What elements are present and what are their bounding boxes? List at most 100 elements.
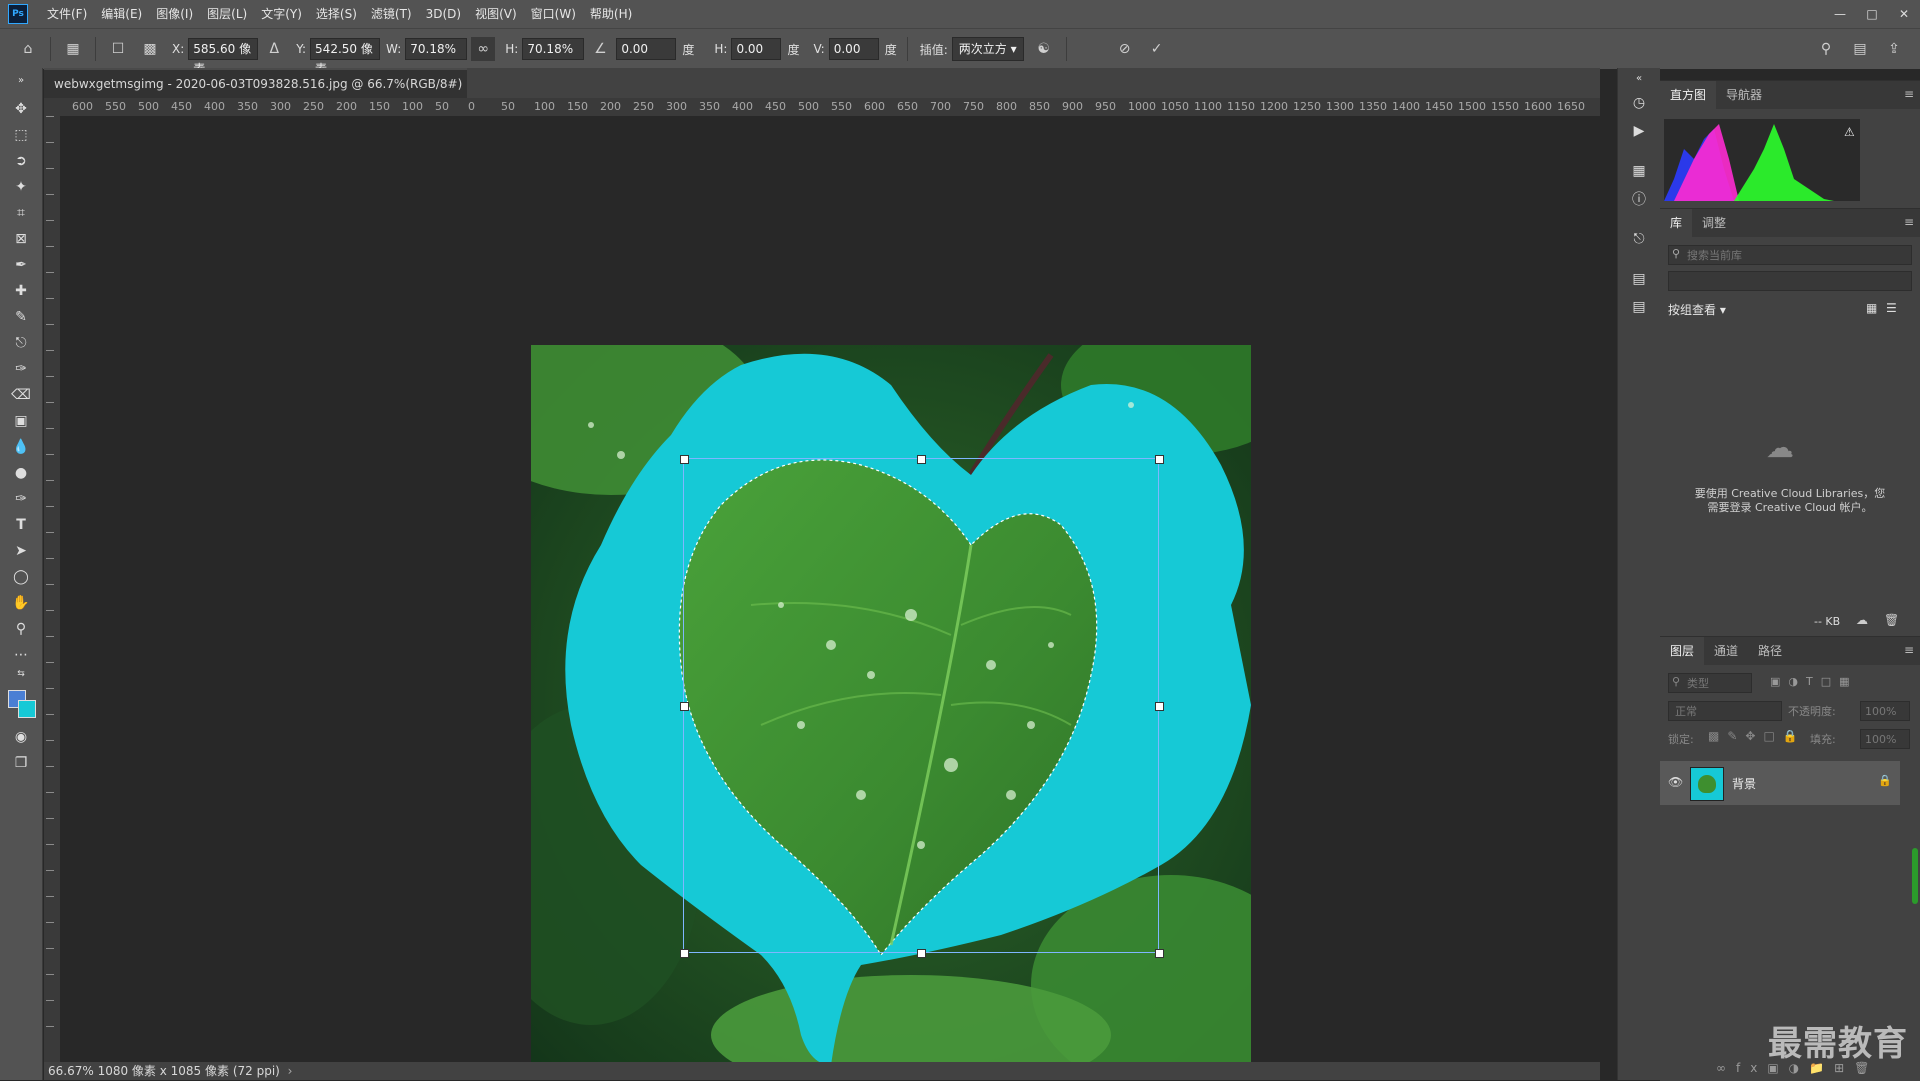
ruler-origin[interactable] (44, 98, 60, 116)
commit-transform-icon[interactable]: ✓ (1145, 37, 1169, 61)
tab-paths[interactable]: 路径 (1748, 637, 1792, 665)
menu-file[interactable]: 文件(F) (40, 0, 94, 28)
eraser-tool-icon[interactable]: ⌫ (9, 384, 33, 406)
pen-tool-icon[interactable]: ✑ (9, 488, 33, 510)
clone-source-panel-icon[interactable]: ⎋ (1627, 228, 1651, 250)
transform-handle-bottom[interactable] (917, 949, 926, 958)
layer-filter-icons[interactable]: ▣◑T□▦ (1770, 675, 1858, 688)
warp-mode-icon[interactable]: ☯ (1032, 37, 1056, 61)
lasso-tool-icon[interactable]: ➲ (9, 150, 33, 172)
menu-edit[interactable]: 编辑(E) (94, 0, 149, 28)
collapse-toolbar-icon[interactable]: » (9, 74, 33, 86)
warning-icon[interactable]: ⚠ (1844, 125, 1855, 139)
blur-tool-icon[interactable]: 💧 (9, 436, 33, 458)
layers-menu-icon[interactable]: ≡ (1904, 643, 1914, 657)
properties-panel-icon[interactable]: ▦ (1627, 160, 1651, 182)
horizontal-ruler[interactable]: 600 550 500 450 400 350 300 250 200 150 100 50 0 50 10… (60, 98, 1600, 117)
libraries-menu-icon[interactable]: ≡ (1904, 215, 1914, 229)
menu-filter[interactable]: 滤镜(T) (364, 0, 419, 28)
path-selection-tool-icon[interactable]: ➤ (9, 540, 33, 562)
menu-3d[interactable]: 3D(D) (419, 0, 468, 28)
x-position-field[interactable]: 585.60 像素 (188, 38, 259, 76)
blend-mode-select[interactable]: 正常 (1668, 701, 1782, 721)
relative-position-icon[interactable]: Δ (262, 37, 286, 61)
transform-handle-left[interactable] (680, 702, 689, 711)
tab-histogram[interactable]: 直方图 (1660, 81, 1717, 109)
zoom-tool-icon[interactable]: ⚲ (9, 618, 33, 640)
tab-navigator[interactable]: 导航器 (1716, 81, 1772, 109)
glyphs-panel-icon[interactable]: ▤ (1627, 268, 1651, 290)
workspace-icon[interactable]: ▤ (1848, 37, 1872, 61)
status-arrow-icon[interactable]: › (288, 1064, 293, 1078)
magic-wand-tool-icon[interactable]: ✦ (9, 176, 33, 198)
transform-handle-bottom-right[interactable] (1155, 949, 1164, 958)
layer-lock-icon[interactable]: 🔒 (1878, 774, 1892, 787)
panel-scrollbar[interactable] (1912, 848, 1918, 904)
brush-tool-icon[interactable]: ✎ (9, 306, 33, 328)
lock-options-icons[interactable]: ▩✎✥□🔒 (1708, 729, 1806, 743)
transform-handle-top[interactable] (917, 455, 926, 464)
ellipse-tool-icon[interactable]: ◯ (9, 566, 33, 588)
panel-menu-icon[interactable]: ≡ (1904, 87, 1914, 101)
vskew-field[interactable]: 0.00 (828, 38, 879, 60)
history-brush-tool-icon[interactable]: ✑ (9, 358, 33, 380)
more-tools-icon[interactable]: ⋯ (9, 644, 33, 666)
gradient-tool-icon[interactable]: ▣ (9, 410, 33, 432)
marquee-tool-icon[interactable]: ⬚ (9, 124, 33, 146)
eyedropper-tool-icon[interactable]: ✒ (9, 254, 33, 276)
background-color-swatch[interactable] (18, 700, 36, 718)
interpolation-select[interactable]: 两次立方 ▾ (951, 37, 1024, 61)
menu-type[interactable]: 文字(Y) (254, 0, 309, 28)
height-field[interactable]: 70.18% (522, 38, 585, 60)
tab-libraries[interactable]: 库 (1660, 209, 1693, 237)
transform-handle-top-right[interactable] (1155, 455, 1164, 464)
fill-field[interactable]: 100% (1860, 729, 1910, 749)
grid-view-icon[interactable]: ▦ (1866, 301, 1877, 315)
menu-layer[interactable]: 图层(L) (200, 0, 254, 28)
library-select[interactable] (1668, 271, 1912, 291)
vertical-ruler[interactable] (44, 116, 61, 1062)
list-view-icon[interactable]: ☰ (1886, 301, 1897, 315)
search-icon[interactable]: ⚲ (1814, 37, 1838, 61)
transform-bounding-box[interactable] (683, 458, 1159, 953)
group-view-dropdown[interactable]: 按组查看 ▾ (1668, 301, 1726, 318)
cloud-sync-icon[interactable]: ☁ (1856, 613, 1868, 627)
move-tool-icon[interactable]: ✥ (9, 98, 33, 120)
frame-tool-icon[interactable]: ⊠ (9, 228, 33, 250)
menu-image[interactable]: 图像(I) (149, 0, 200, 28)
layer-filter-kind[interactable]: 类型 (1668, 673, 1752, 693)
document-tab[interactable]: webwxgetmsgimg - 2020-06-03T093828.516.j… (44, 68, 467, 119)
rotate-angle-field[interactable]: 0.00 (616, 38, 677, 60)
y-position-field[interactable]: 542.50 像素 (310, 38, 381, 76)
clone-stamp-tool-icon[interactable]: ⎋ (9, 332, 33, 354)
dodge-tool-icon[interactable]: ● (9, 462, 33, 484)
menu-window[interactable]: 窗口(W) (524, 0, 583, 28)
opacity-field[interactable]: 100% (1860, 701, 1910, 721)
library-search-input[interactable]: 搜索当前库 (1668, 245, 1912, 265)
cancel-transform-icon[interactable]: ⊘ (1113, 37, 1137, 61)
reference-point-grid-icon[interactable]: ▩ (138, 37, 162, 61)
canvas-area[interactable] (60, 116, 1600, 1067)
swap-colors-icon[interactable]: ⇆ (9, 668, 33, 680)
menu-select[interactable]: 选择(S) (309, 0, 364, 28)
home-icon[interactable]: ⌂ (16, 37, 40, 61)
tab-adjustments[interactable]: 调整 (1692, 209, 1736, 237)
menu-help[interactable]: 帮助(H) (583, 0, 639, 28)
trash-icon[interactable]: 🗑 (1884, 613, 1899, 627)
layer-row-background[interactable]: 👁 背景 🔒 (1660, 761, 1900, 805)
transform-tool-preset-icon[interactable]: ▦ (61, 37, 85, 61)
crop-tool-icon[interactable]: ⌗ (9, 202, 33, 224)
minimize-icon[interactable]: — (1824, 0, 1856, 28)
maximize-icon[interactable]: □ (1856, 0, 1888, 28)
hskew-field[interactable]: 0.00 (731, 38, 782, 60)
notes-panel-icon[interactable]: ▤ (1627, 296, 1651, 318)
eye-icon[interactable]: 👁 (1668, 775, 1683, 789)
transform-handle-top-left[interactable] (680, 455, 689, 464)
history-panel-icon[interactable]: ◷ (1627, 92, 1651, 114)
menu-view[interactable]: 视图(V) (468, 0, 524, 28)
actions-panel-icon[interactable]: ▶ (1627, 120, 1651, 142)
transform-handle-right[interactable] (1155, 702, 1164, 711)
link-aspect-icon[interactable]: ∞ (471, 37, 496, 61)
info-panel-icon[interactable]: ⓘ (1627, 188, 1651, 210)
close-window-icon[interactable]: ✕ (1888, 0, 1920, 28)
